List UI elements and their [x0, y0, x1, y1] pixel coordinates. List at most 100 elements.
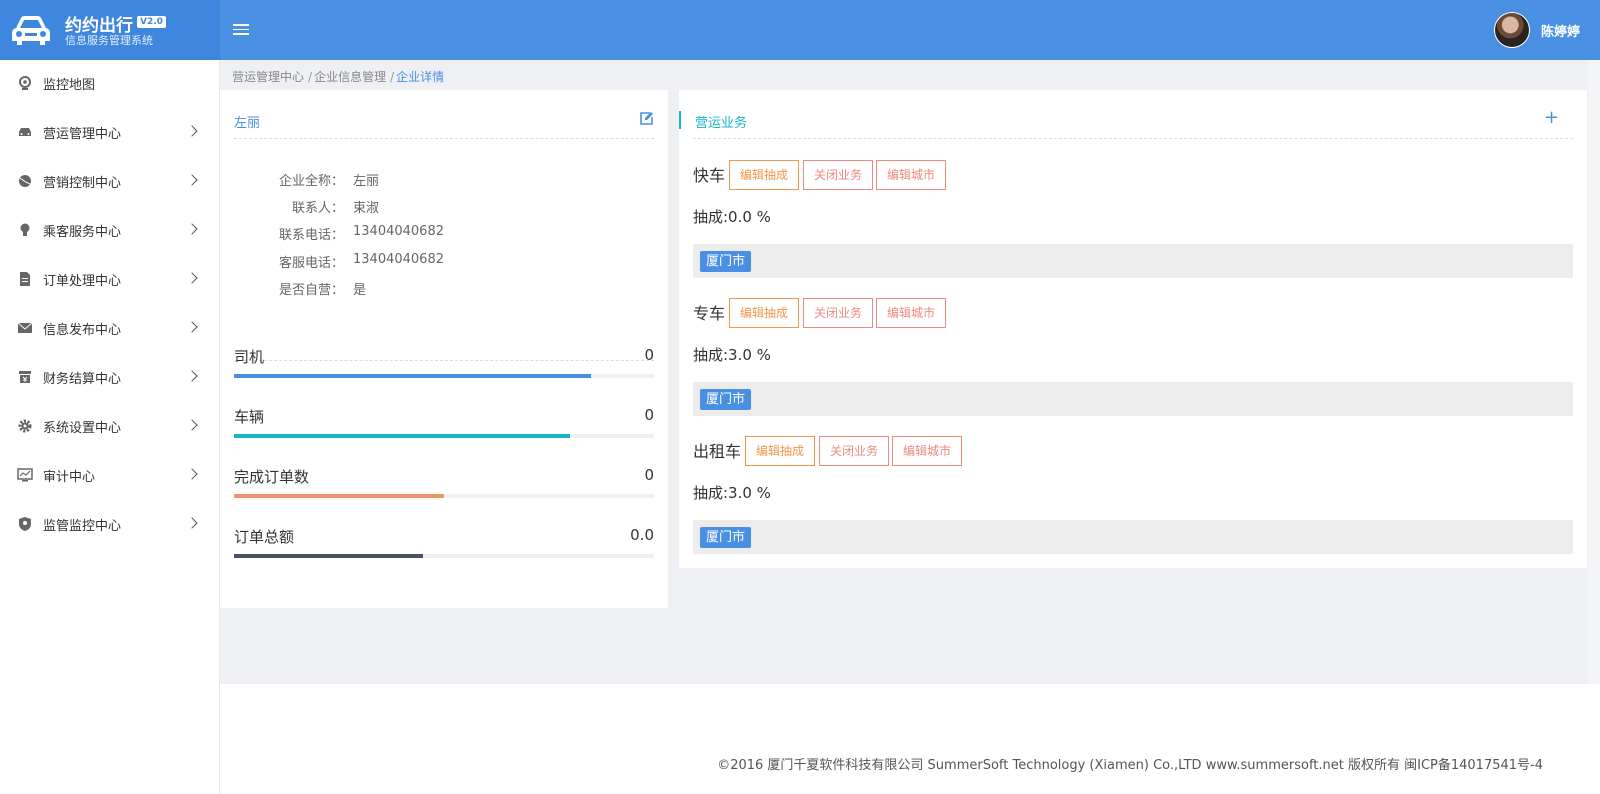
close-business-button[interactable]: 关闭业务	[803, 298, 874, 328]
sidebar-item-label: 财务结算中心	[43, 372, 122, 387]
sidebar-item-label: 系统设置中心	[43, 421, 122, 436]
progress-fill	[234, 554, 423, 558]
edit-rate-button[interactable]: 编辑抽成	[745, 436, 816, 466]
stat-label: 订单总额	[234, 528, 295, 546]
progress-track	[234, 434, 654, 438]
title-accent-bar	[679, 111, 681, 129]
close-business-button[interactable]: 关闭业务	[803, 160, 874, 190]
add-icon[interactable]: +	[1544, 107, 1559, 128]
divider	[234, 138, 654, 139]
sidebar-item-publishing[interactable]: 信息发布中心	[0, 305, 219, 354]
top-header: 约约出行 V2.0 信息服务管理系统 陈婷婷	[0, 0, 1600, 60]
info-value: 13404040682	[353, 252, 444, 267]
info-value: 是	[353, 283, 367, 298]
avatar[interactable]	[1494, 12, 1530, 48]
stat-value: 0	[644, 406, 654, 424]
hamburger-menu-icon[interactable]	[233, 21, 249, 37]
info-row-service-phone: 客服电话： 13404040682	[234, 252, 654, 272]
copyright-text: ©2016 厦门千夏软件科技有限公司 SummerSoft Technology…	[717, 758, 1543, 773]
breadcrumb-item[interactable]: 营运管理中心	[232, 70, 304, 84]
progress-fill	[234, 494, 444, 498]
business-item-express: 快车 编辑抽成 关闭业务 编辑城市 抽成:0.0 % 厦门市	[693, 160, 1573, 298]
sidebar-item-finance[interactable]: 财务结算中心	[0, 354, 219, 403]
sidebar-item-supervision[interactable]: 监管监控中心	[0, 501, 219, 550]
progress-track	[234, 494, 654, 498]
sidebar-item-audit[interactable]: 审计中心	[0, 452, 219, 501]
gear-icon	[18, 419, 32, 433]
sidebar-item-passenger-service[interactable]: 乘客服务中心	[0, 207, 219, 256]
info-label: 联系人：	[291, 201, 344, 216]
sidebar-item-label: 乘客服务中心	[43, 225, 122, 240]
info-value: 束淑	[353, 201, 380, 216]
breadcrumb-item[interactable]: 企业信息管理	[314, 70, 386, 84]
stat-value: 0	[644, 346, 654, 364]
progress-fill	[234, 374, 591, 378]
business-card: 营运业务 + 快车 编辑抽成 关闭业务 编辑城市 抽成:0.0 % 厦门市 专车…	[679, 90, 1587, 568]
monitor-chart-icon	[17, 468, 33, 482]
sidebar-item-label: 审计中心	[43, 470, 96, 485]
car-icon	[19, 128, 31, 136]
sidebar-item-operations[interactable]: 营运管理中心	[0, 109, 219, 158]
city-tag[interactable]: 厦门市	[700, 251, 752, 272]
edit-rate-button[interactable]: 编辑抽成	[729, 160, 800, 190]
info-value: 左丽	[353, 174, 380, 189]
city-tag[interactable]: 厦门市	[700, 527, 752, 548]
progress-fill	[234, 434, 570, 438]
chevron-right-icon	[186, 468, 198, 480]
progress-track	[234, 554, 654, 558]
stat-value: 0.0	[630, 526, 654, 544]
sidebar-item-marketing[interactable]: 营销控制中心	[0, 158, 219, 207]
footer: ©2016 厦门千夏软件科技有限公司 SummerSoft Technology…	[220, 684, 1600, 794]
ball-icon	[19, 175, 31, 187]
business-rate: 抽成:3.0 %	[693, 484, 771, 502]
stat-drivers: 司机 0	[234, 346, 654, 386]
shield-pin-icon	[19, 517, 31, 531]
stat-label: 司机	[234, 348, 265, 366]
info-row-phone: 联系电话： 13404040682	[234, 224, 654, 244]
info-label: 是否自营：	[278, 283, 344, 298]
city-tag[interactable]: 厦门市	[700, 389, 752, 410]
edit-rate-button[interactable]: 编辑抽成	[729, 298, 800, 328]
sidebar-item-label: 订单处理中心	[43, 274, 122, 289]
business-rate: 抽成:3.0 %	[693, 346, 771, 364]
info-label: 客服电话：	[278, 256, 344, 271]
sidebar-item-label: 监控地图	[43, 78, 96, 93]
stat-order-total: 订单总额 0.0	[234, 526, 654, 566]
scrollbar[interactable]	[1588, 60, 1600, 684]
info-row-contact: 联系人： 束淑	[234, 197, 654, 217]
business-rate: 抽成:0.0 %	[693, 208, 771, 226]
breadcrumb: 营运管理中心 / 企业信息管理 / 企业详情	[232, 70, 445, 84]
business-item-taxi: 出租车 编辑抽成 关闭业务 编辑城市 抽成:3.0 % 厦门市	[693, 436, 1573, 574]
sidebar-item-monitor-map[interactable]: 监控地图	[0, 60, 219, 109]
user-name[interactable]: 陈婷婷	[1541, 21, 1580, 40]
sidebar-item-label: 营销控制中心	[43, 176, 122, 191]
logo-area[interactable]: 约约出行 V2.0 信息服务管理系统	[0, 0, 220, 60]
business-name: 快车	[693, 166, 726, 185]
info-label: 企业全称：	[278, 174, 344, 189]
car-logo-icon	[12, 16, 50, 45]
breadcrumb-current: 企业详情	[396, 70, 445, 84]
edit-city-button[interactable]: 编辑城市	[876, 298, 947, 328]
bulb-icon	[20, 223, 30, 236]
stat-label: 车辆	[234, 408, 265, 426]
chevron-right-icon	[186, 517, 198, 529]
stat-completed-orders: 完成订单数 0	[234, 466, 654, 506]
company-title: 左丽	[234, 116, 261, 131]
sidebar-item-orders[interactable]: 订单处理中心	[0, 256, 219, 305]
app-subtitle: 信息服务管理系统	[65, 34, 153, 47]
map-pin-icon	[19, 76, 31, 90]
sidebar-item-settings[interactable]: 系统设置中心	[0, 403, 219, 452]
info-label: 联系电话：	[278, 228, 344, 243]
sidebar-item-label: 监管监控中心	[43, 519, 122, 534]
city-list: 厦门市	[693, 382, 1573, 416]
chevron-right-icon	[186, 272, 198, 284]
info-row-fullname: 企业全称： 左丽	[234, 170, 654, 190]
chevron-right-icon	[186, 125, 198, 137]
edit-city-button[interactable]: 编辑城市	[876, 160, 947, 190]
edit-city-button[interactable]: 编辑城市	[892, 436, 963, 466]
edit-icon[interactable]	[639, 111, 654, 126]
document-icon	[20, 272, 30, 286]
business-title: 营运业务	[695, 116, 748, 131]
info-row-self-operated: 是否自营： 是	[234, 279, 654, 299]
close-business-button[interactable]: 关闭业务	[819, 436, 890, 466]
